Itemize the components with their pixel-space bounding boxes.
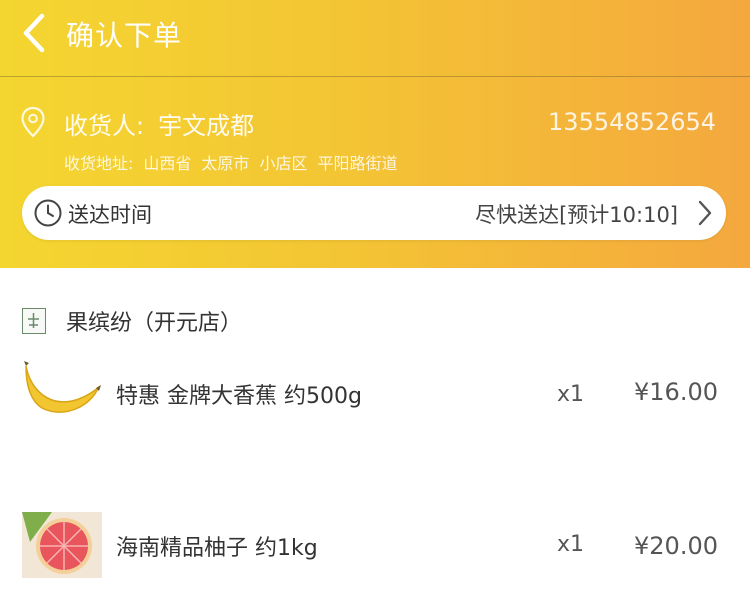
address-city: 太原市 [201, 154, 250, 173]
delivery-time-selector[interactable]: 送达时间 尽快送达[预计10:10] [22, 186, 726, 240]
location-pin-icon [21, 106, 45, 138]
banana-icon [24, 361, 101, 413]
item-price: ¥16.00 [634, 378, 718, 406]
grapefruit-icon [22, 512, 102, 578]
address-province: 山西省 [143, 154, 192, 173]
item-name: 海南精品柚子 约1kg [116, 536, 318, 561]
back-button[interactable] [18, 10, 52, 56]
address-label: 收货地址: [64, 154, 134, 173]
item-quantity: x1 [557, 532, 585, 557]
navbar: 确认下单 [0, 0, 750, 77]
order-item: 海南精品柚子 约1kg x1 ¥20.00 [0, 510, 750, 600]
item-price: ¥20.00 [634, 532, 718, 560]
address-line: 收货地址: 山西省 太原市 小店区 平阳路街道 [64, 150, 407, 174]
address-street: 平阳路街道 [317, 154, 398, 173]
item-quantity: x1 [557, 382, 585, 407]
store-name: 果缤纷（开元店） [66, 311, 243, 336]
receiver-name: 宇文成都 [158, 112, 255, 140]
clock-icon [34, 199, 62, 227]
chevron-left-icon [23, 13, 45, 53]
receiver-label: 收货人: [64, 112, 145, 140]
delivery-time-value: 尽快送达[预计10:10] [475, 203, 678, 227]
receiver-row: 收货人: 宇文成都 [64, 106, 254, 141]
chevron-right-icon [698, 200, 712, 226]
page-title: 确认下单 [66, 19, 183, 52]
order-item: 特惠 金牌大香蕉 约500g x1 ¥16.00 [0, 358, 750, 448]
address-district: 小店区 [259, 154, 308, 173]
delivery-time-label: 送达时间 [68, 203, 152, 227]
item-name: 特惠 金牌大香蕉 约500g [116, 384, 362, 409]
receiver-phone: 13554852654 [548, 108, 716, 136]
store-icon [22, 308, 46, 334]
